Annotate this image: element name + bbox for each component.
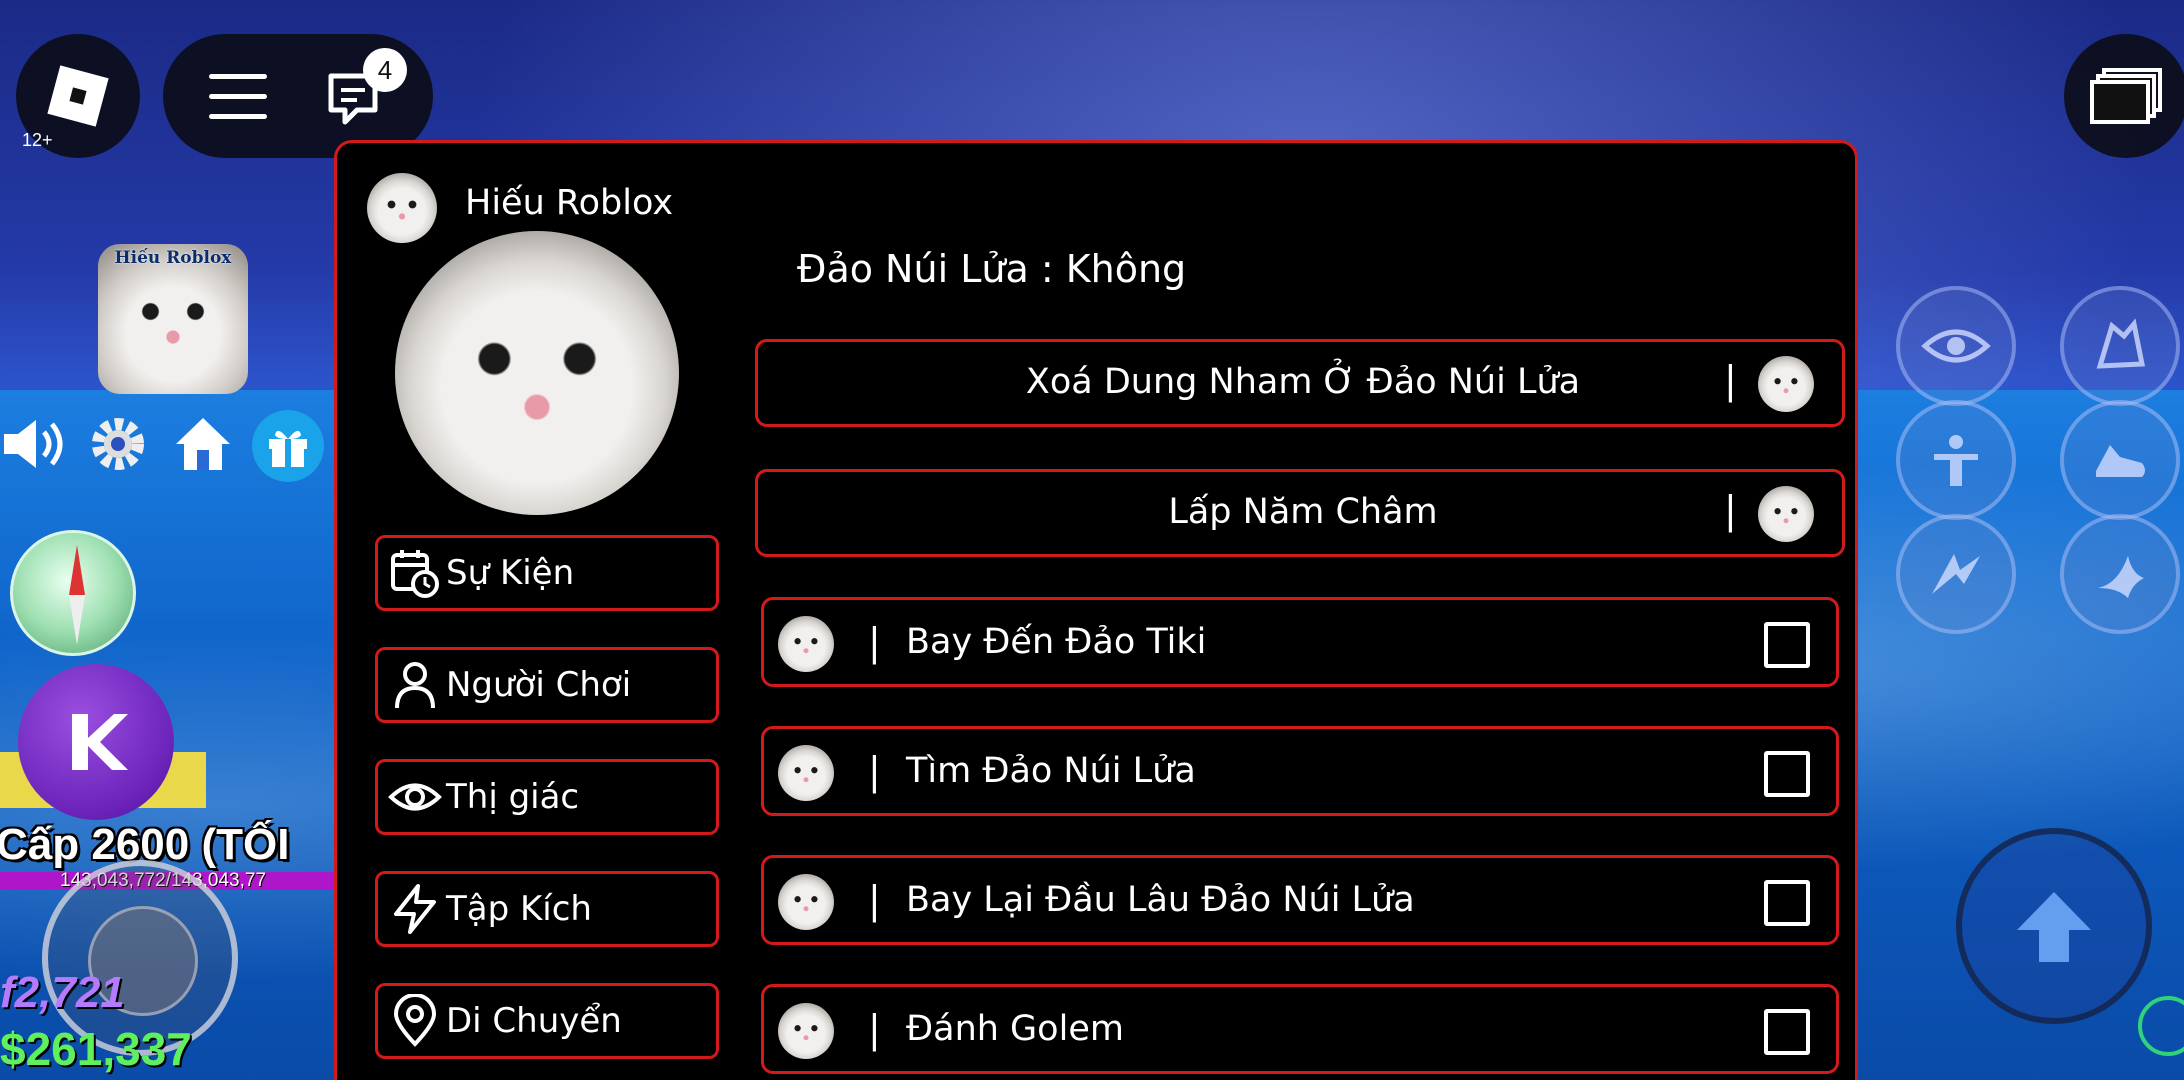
toggle-separator: | (868, 1007, 881, 1051)
profile-avatar (395, 231, 679, 515)
home-icon[interactable] (168, 408, 238, 478)
jump-button[interactable] (1956, 828, 2152, 1024)
avatar-tag: Hiếu Roblox (114, 248, 232, 268)
shoe-ability-icon[interactable] (2060, 400, 2180, 520)
player-avatar[interactable]: Hiếu Roblox (98, 244, 248, 394)
tab-label: Người Chơi (446, 665, 632, 705)
toggle-separator: | (868, 878, 881, 922)
toggle-label: Đánh Golem (906, 1009, 1124, 1049)
money-counter: $261,337 (0, 1023, 192, 1075)
volcano-island-status: Đảo Núi Lửa : Không (797, 247, 1187, 291)
k-script-button[interactable] (18, 664, 174, 820)
toggle-checkbox[interactable] (1764, 880, 1810, 926)
header-avatar (367, 173, 437, 243)
chat-badge: 4 (363, 48, 407, 92)
toggle-avatar (778, 1003, 834, 1059)
emote-ability-icon[interactable] (2060, 286, 2180, 406)
fragments-counter: f2,721 (0, 968, 125, 1017)
compass-icon[interactable] (10, 530, 136, 656)
toggle-checkbox[interactable] (1764, 622, 1810, 668)
k-logo-icon (72, 714, 128, 770)
speaker-icon[interactable] (0, 414, 72, 474)
toggle-label: Bay Lại Đầu Lâu Đảo Núi Lửa (906, 880, 1415, 920)
tab-thi-giac[interactable]: Thị giác (375, 759, 719, 835)
toggle-fight-golem[interactable]: | Đánh Golem (761, 984, 1839, 1074)
action-separator: | (1724, 358, 1737, 402)
toggle-separator: | (868, 620, 881, 664)
toggle-checkbox[interactable] (1764, 1009, 1810, 1055)
tab-su-kien[interactable]: Sự Kiện (375, 535, 719, 611)
toggle-avatar (778, 616, 834, 672)
eye-ability-icon[interactable] (1896, 286, 2016, 406)
tab-label: Sự Kiện (446, 553, 575, 593)
toggle-find-volcano[interactable]: | Tìm Đảo Núi Lửa (761, 726, 1839, 816)
fill-five-stakes-button[interactable]: Lấp Năm Châm | (755, 469, 1845, 557)
toggle-fly-back-skull[interactable]: | Bay Lại Đầu Lâu Đảo Núi Lửa (761, 855, 1839, 945)
panel-user-name: Hiếu Roblox (465, 183, 674, 223)
action-avatar (1758, 486, 1814, 542)
calendar-clock-icon (391, 550, 439, 598)
hamburger-menu-icon[interactable] (209, 74, 267, 134)
clear-lava-button[interactable]: Xoá Dung Nham Ở Đảo Núi Lửa | (755, 339, 1845, 427)
tab-label: Di Chuyển (446, 1001, 622, 1041)
age-rating: 12+ (22, 130, 53, 150)
windows-button[interactable] (2064, 34, 2184, 158)
dash-ability-icon[interactable] (1896, 514, 2016, 634)
gift-icon[interactable] (252, 410, 324, 482)
toggle-fly-to-tiki[interactable]: | Bay Đến Đảo Tiki (761, 597, 1839, 687)
tab-label: Tập Kích (446, 889, 592, 929)
tab-tap-kich[interactable]: Tập Kích (375, 871, 719, 947)
flame-ability-icon[interactable] (2060, 514, 2180, 634)
map-pin-icon (393, 994, 437, 1047)
toggle-label: Tìm Đảo Núi Lửa (906, 751, 1196, 791)
eye-icon (388, 783, 442, 811)
toggle-avatar (778, 745, 834, 801)
action-label: Xoá Dung Nham Ở Đảo Núi Lửa (1025, 362, 1581, 402)
up-arrow-icon (2017, 892, 2091, 962)
lightning-icon (394, 884, 436, 934)
windows-stack-icon (2090, 68, 2162, 124)
toggle-separator: | (868, 749, 881, 793)
roblox-logo-icon (47, 65, 109, 127)
action-separator: | (1724, 488, 1737, 532)
settings-gear-icon[interactable] (84, 410, 152, 478)
strength-ability-icon[interactable] (1896, 400, 2016, 520)
script-panel: Hiếu Roblox Sự Kiện Người Chơi Thị giác (334, 140, 1858, 1080)
action-label: Lấp Năm Châm (1168, 492, 1438, 532)
tab-di-chuyen[interactable]: Di Chuyển (375, 983, 719, 1059)
user-icon (395, 662, 435, 709)
toggle-checkbox[interactable] (1764, 751, 1810, 797)
tab-label: Thị giác (446, 777, 580, 817)
toggle-label: Bay Đến Đảo Tiki (906, 622, 1207, 662)
action-avatar (1758, 356, 1814, 412)
toggle-avatar (778, 874, 834, 930)
tab-nguoi-choi[interactable]: Người Chơi (375, 647, 719, 723)
